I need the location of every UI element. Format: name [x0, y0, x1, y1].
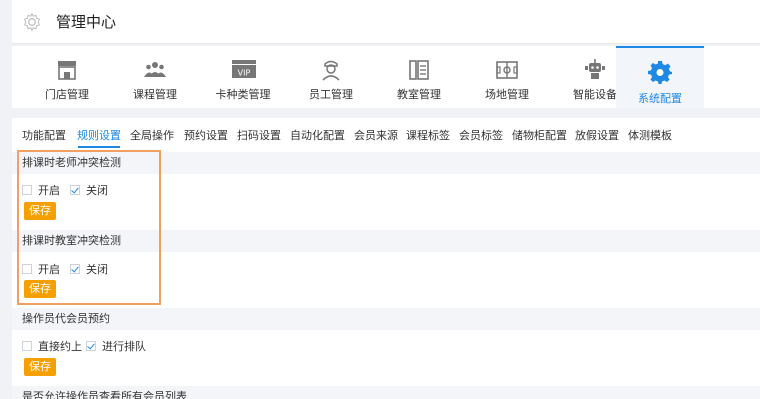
save-button[interactable]: 保存	[24, 358, 56, 376]
nav-item-store[interactable]: 门店管理	[22, 46, 112, 108]
nav-label-active: 系统配置	[638, 92, 682, 105]
nav-label: 门店管理	[45, 88, 89, 101]
vip-card-icon: VIP	[232, 60, 256, 78]
tab-bar: 功能配置 规则设置 全局操作 预约设置 扫码设置 自动化配置 会员来源 课程标签…	[12, 118, 760, 150]
svg-text:VIP: VIP	[238, 69, 251, 78]
tab-booking[interactable]: 预约设置	[184, 127, 228, 143]
nav-item-card-type[interactable]: VIP 卡种类管理	[198, 46, 288, 108]
tab-course-tags[interactable]: 课程标签	[406, 127, 450, 143]
tab-fitness-template[interactable]: 体测模板	[628, 127, 672, 143]
robot-icon	[585, 59, 605, 79]
nav-label: 场地管理	[485, 88, 529, 101]
tab-member-tags[interactable]: 会员标签	[459, 127, 503, 143]
building-icon	[409, 60, 429, 80]
settings-gear-icon	[648, 61, 672, 84]
tab-feature-config[interactable]: 功能配置	[22, 127, 66, 143]
nav-item-system-config[interactable]: 系统配置	[616, 46, 704, 108]
checkbox-checked[interactable]	[86, 341, 96, 351]
nav-item-staff[interactable]: 员工管理	[286, 46, 376, 108]
option-book-direct[interactable]: 直接约上	[22, 338, 82, 354]
store-icon	[58, 61, 76, 80]
tab-global-ops[interactable]: 全局操作	[130, 127, 174, 143]
venue-icon	[496, 61, 518, 79]
page-title: 管理中心	[56, 13, 117, 31]
nav-label: 员工管理	[309, 88, 353, 101]
section-title: 操作员代会员预约	[12, 308, 760, 330]
tab-locker-config[interactable]: 储物柜配置	[512, 127, 567, 143]
tab-rules[interactable]: 规则设置	[77, 127, 121, 143]
tab-member-source[interactable]: 会员来源	[354, 127, 398, 143]
nav-item-venue[interactable]: 场地管理	[462, 46, 552, 108]
active-tab-indicator	[78, 146, 120, 148]
header-bar: 管理中心	[12, 0, 760, 44]
top-nav: 门店管理 课程管理 VIP 卡种类管理 员工管理 教室管理 场地管理 智能设备 …	[12, 46, 760, 108]
nav-label: 教室管理	[397, 88, 441, 101]
tab-scan[interactable]: 扫码设置	[237, 127, 281, 143]
nav-label: 卡种类管理	[215, 88, 271, 101]
nav-item-classroom[interactable]: 教室管理	[374, 46, 464, 108]
people-icon	[144, 62, 166, 77]
checkbox[interactable]	[22, 341, 32, 351]
nav-label: 课程管理	[133, 88, 177, 101]
tab-automation[interactable]: 自动化配置	[290, 127, 345, 143]
highlight-box	[17, 150, 161, 305]
settings-gear-icon	[24, 12, 40, 31]
staff-icon	[322, 60, 340, 81]
option-queue[interactable]: 进行排队	[86, 338, 146, 354]
tab-holiday[interactable]: 放假设置	[575, 127, 619, 143]
nav-item-course[interactable]: 课程管理	[110, 46, 200, 108]
section-title: 是否允许操作员查看所有会员列表	[12, 386, 760, 399]
